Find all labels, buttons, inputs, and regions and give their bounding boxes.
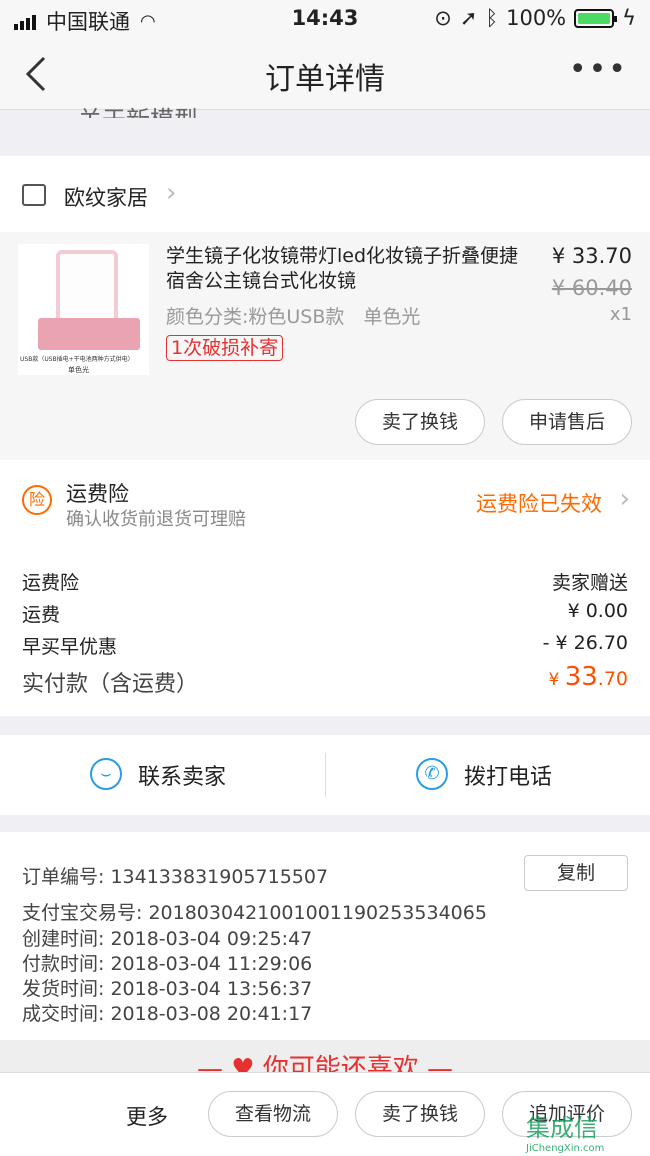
image-caption-variant: 单色光 [68, 366, 89, 374]
page-title: 订单详情 [265, 62, 385, 97]
total-amount: ¥ 33.70 [548, 662, 628, 692]
alipay-number: 2018030421001001190253534065 [148, 902, 487, 924]
fee-value: ¥ 0.00 [567, 600, 628, 622]
phone-icon: ✆ [416, 758, 448, 790]
call-phone-button[interactable]: ✆ 拨打电话 [326, 735, 650, 815]
partially-hidden-text: 关于新模型 [78, 100, 198, 118]
location-icon: ➚ [459, 6, 478, 30]
fee-row: 运费险 卖家赠送 [22, 568, 628, 595]
fee-row: 运费 ¥ 0.00 [22, 600, 628, 627]
fee-label: 运费险 [22, 572, 80, 594]
fee-value: - ¥ 26.70 [542, 632, 628, 654]
completed-time-row: 成交时间: 2018-03-08 20:41:17 [22, 1003, 313, 1025]
status-bar: 中国联通 ◠ 14:43 ⊙ ➚ ᛒ 100% ϟ [0, 0, 650, 38]
watermark-logo: 集成信 JiChengXin.com [526, 1114, 605, 1154]
image-caption: USB款（USB插电+干电池两种方式供电） [20, 356, 134, 363]
created-time-row: 创建时间: 2018-03-04 09:25:47 [22, 928, 313, 950]
contact-bar: ⌣ 联系卖家 ✆ 拨打电话 [0, 735, 650, 815]
tray-illustration [38, 318, 140, 350]
order-info: 订单编号: 134133831905715507 复制 支付宝交易号: 2018… [0, 832, 650, 1040]
total-row: 实付款（含运费） ¥ 33.70 [22, 662, 628, 698]
insurance-status[interactable]: 运费险已失效 [476, 488, 602, 518]
sell-for-cash-button[interactable]: 卖了换钱 [355, 1091, 485, 1137]
total-label: 实付款（含运费） [22, 672, 199, 697]
bluetooth-icon: ᛒ [485, 6, 499, 30]
insurance-icon: 险 [22, 485, 52, 515]
battery-icon [574, 8, 618, 28]
mirror-illustration [56, 250, 118, 328]
after-sale-button[interactable]: 申请售后 [502, 399, 632, 445]
fee-label: 运费 [22, 604, 61, 626]
product-quantity: x1 [609, 304, 632, 325]
contact-seller-label: 联系卖家 [138, 765, 227, 790]
chevron-right-icon: › [619, 484, 630, 514]
paid-time-row: 付款时间: 2018-03-04 11:29:06 [22, 953, 313, 975]
chat-icon: ⌣ [90, 758, 122, 790]
more-actions-button[interactable]: 更多 [126, 1101, 168, 1131]
copy-button[interactable]: 复制 [524, 855, 628, 891]
insurance-subtitle: 确认收货前退货可理赔 [66, 509, 246, 530]
recommend-header: — ♥ 你可能还喜欢 — [0, 1040, 650, 1072]
product-thumbnail[interactable]: USB款（USB插电+干电池两种方式供电） 单色光 [18, 244, 149, 375]
shop-icon [22, 184, 46, 206]
order-number-row: 订单编号: 134133831905715507 [22, 866, 329, 888]
shipped-time-row: 发货时间: 2018-03-04 13:56:37 [22, 978, 313, 1000]
shop-name[interactable]: 欧纹家居 [64, 182, 148, 212]
product-price: ¥ 33.70 [551, 244, 632, 268]
call-phone-label: 拨打电话 [464, 765, 553, 790]
recommend-title: — ♥ 你可能还喜欢 — [196, 1054, 454, 1072]
product-title[interactable]: 学生镜子化妆镜带灯led化妆镜子折叠便捷宿舍公主镜台式化妆镜 [166, 244, 526, 294]
fee-value: 卖家赠送 [551, 572, 628, 594]
more-menu-icon[interactable]: ••• [569, 52, 628, 87]
product-item[interactable]: USB款（USB插电+干电池两种方式供电） 单色光 学生镜子化妆镜带灯led化妆… [0, 232, 650, 460]
service-tag: 1次破损补寄 [166, 335, 284, 361]
charging-icon: ϟ [622, 6, 636, 30]
order-number: 134133831905715507 [110, 866, 329, 888]
contact-seller-button[interactable]: ⌣ 联系卖家 [0, 735, 325, 815]
battery-percent: 100% [506, 6, 567, 30]
alipay-row: 支付宝交易号: 2018030421001001190253534065 [22, 902, 487, 924]
view-logistics-button[interactable]: 查看物流 [208, 1091, 338, 1137]
original-price: ¥ 60.40 [551, 276, 632, 300]
sell-for-cash-button[interactable]: 卖了换钱 [355, 399, 485, 445]
fee-row: 早买早优惠 - ¥ 26.70 [22, 632, 628, 659]
chevron-right-icon: › [166, 178, 177, 208]
orientation-lock-icon: ⊙ [434, 6, 452, 30]
shop-header[interactable]: 欧纹家居 › [0, 156, 650, 232]
status-right: ⊙ ➚ ᛒ 100% ϟ [434, 6, 636, 30]
fee-label: 早买早优惠 [22, 636, 118, 658]
fee-section: 险 运费险 确认收货前退货可理赔 运费险已失效 › 运费险 卖家赠送 运费 ¥ … [0, 460, 650, 716]
insurance-title: 运费险 [66, 482, 129, 506]
product-sku: 颜色分类:粉色USB款 单色光 [166, 306, 421, 328]
